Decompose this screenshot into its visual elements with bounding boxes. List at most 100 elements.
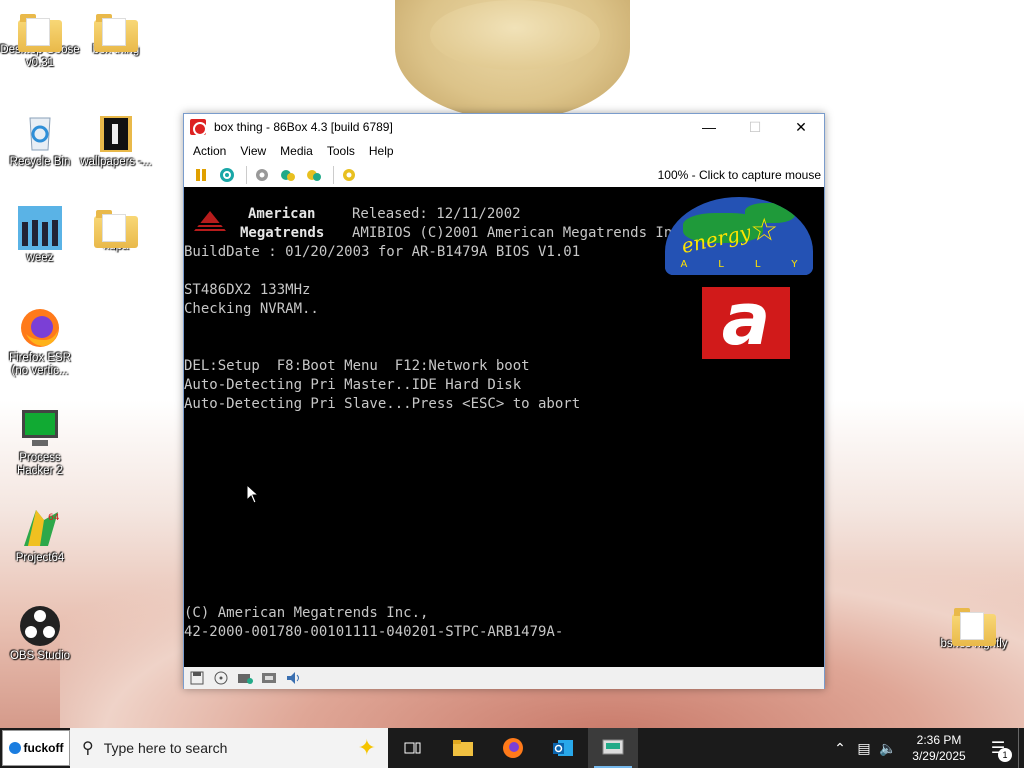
status-bar: [184, 667, 824, 689]
minimize-button[interactable]: —: [686, 114, 732, 140]
notification-count: 1: [998, 748, 1012, 762]
star-icon: ☆: [751, 201, 778, 252]
86box-icon: [190, 119, 207, 136]
bios-nvram-check: Checking NVRAM..: [184, 301, 319, 317]
taskbar-86box[interactable]: [588, 728, 638, 768]
network-icon[interactable]: ▤: [852, 740, 876, 757]
ally-letter: Y: [791, 259, 798, 270]
folder-icon: [94, 210, 138, 248]
taskbar: fuckoff ⚲ Type here to search ✦ ⌃ ▤ 🔈 2:…: [0, 728, 1024, 768]
desktop-icon-wallpapers[interactable]: wallpapers -...: [76, 110, 156, 169]
folder-icon: [18, 14, 62, 52]
ctrl-alt-del-button[interactable]: [251, 165, 273, 185]
sound-icon[interactable]: [284, 670, 302, 686]
folder-icon: [94, 110, 138, 154]
hard-disk-icon[interactable]: [236, 670, 254, 686]
search-icon: ⚲: [82, 740, 94, 757]
wallpaper-shape-top-highlight: [430, 0, 600, 70]
energy-ally-text: A L L Y: [665, 259, 813, 275]
desktop-icon-weez[interactable]: weez: [0, 206, 80, 265]
file-explorer-icon: [453, 740, 473, 756]
settings-icon: [343, 168, 355, 181]
start-button[interactable]: fuckoff: [2, 730, 70, 766]
firefox-icon: [503, 738, 523, 758]
settings-icon: [307, 169, 321, 181]
desktop-icon-project64[interactable]: 64 Project64: [0, 506, 80, 565]
outlook-icon: [553, 740, 573, 756]
desktop-icon-label: Firefox ESR (no vertic...: [9, 352, 71, 377]
emulator-screen[interactable]: American Megatrends Released: 12/11/2002…: [184, 187, 824, 667]
bios-pri-master: Auto-Detecting Pri Master..IDE Hard Disk: [184, 377, 522, 393]
settings-button[interactable]: [338, 165, 360, 185]
desktop-icon-label: Project64: [15, 552, 65, 564]
capture-mouse-hint: 100% - Click to capture mouse: [657, 167, 821, 182]
bios-key-hints: DEL:Setup F8:Boot Menu F12:Network boot: [184, 358, 530, 374]
energy-star-logo: ☆ energy A L L Y: [665, 197, 813, 275]
desktop-icon-label: wallpapers -...: [80, 156, 152, 168]
gear-icon: [256, 168, 268, 181]
desktop-icon-bsnes-nightly[interactable]: bsnes nightly: [934, 604, 1014, 651]
emulator-window[interactable]: box thing - 86Box 4.3 [build 6789] — ☐ ✕…: [183, 113, 825, 689]
bios-build-date: BuildDate : 01/20/2003 for AR-B1479A BIO…: [184, 244, 581, 260]
notification-center-button[interactable]: ☰ 1: [978, 728, 1018, 768]
desktop-icon-process-hacker[interactable]: Process Hacker 2: [0, 406, 80, 478]
show-desktop-button[interactable]: [1018, 728, 1024, 768]
clock[interactable]: 2:36 PM 3/29/2025: [900, 732, 978, 764]
bios-footer-id-string: 42-2000-001780-00101111-040201-STPC-ARB1…: [184, 624, 564, 640]
taskbar-firefox[interactable]: [488, 728, 538, 768]
chevron-up-icon[interactable]: ⌃: [828, 740, 852, 757]
desktop-icon-obs-studio[interactable]: OBS Studio: [0, 604, 80, 663]
recycle-bin-icon: [18, 110, 62, 154]
ally-letter: L: [754, 259, 761, 270]
close-button[interactable]: ✕: [778, 114, 824, 140]
globe-icon: [8, 742, 21, 754]
menu-tools[interactable]: Tools: [320, 144, 362, 158]
cdrom-drive-icon[interactable]: [212, 670, 230, 686]
menu-help[interactable]: Help: [362, 144, 401, 158]
ctrl-alt-esc-button[interactable]: [277, 165, 299, 185]
system-tray: ⌃ ▤ 🔈 2:36 PM 3/29/2025 ☰ 1: [828, 728, 1024, 768]
vendor-a-logo: a: [702, 283, 790, 359]
image-file-icon: [18, 206, 62, 250]
network-icon[interactable]: [260, 670, 278, 686]
desktop-icon-box-thing[interactable]: box thing: [76, 10, 156, 57]
process-hacker-icon: [18, 406, 62, 450]
menu-media[interactable]: Media: [273, 144, 320, 158]
reset-button[interactable]: [216, 165, 238, 185]
task-view-button[interactable]: [388, 728, 438, 768]
menu-view[interactable]: View: [233, 144, 273, 158]
project64-icon: 64: [18, 506, 62, 550]
taskbar-file-explorer[interactable]: [438, 728, 488, 768]
search-placeholder: Type here to search: [103, 740, 228, 756]
obs-icon: [18, 604, 62, 648]
86box-icon: [602, 739, 624, 755]
bios-copyright-header: AMIBIOS (C)2001 American Megatrends Inc: [352, 225, 681, 241]
toolbar: 100% - Click to capture mouse: [184, 162, 824, 188]
window-title: box thing - 86Box 4.3 [build 6789]: [214, 120, 393, 134]
sparkle-icon: ✦: [357, 735, 376, 760]
volume-muted-icon[interactable]: 🔈: [876, 740, 900, 757]
search-box[interactable]: ⚲ Type here to search ✦: [70, 728, 388, 768]
desktop-icon-recycle-bin[interactable]: Recycle Bin: [0, 110, 80, 169]
desktop-icon-label: Recycle Bin: [9, 156, 71, 168]
task-view-icon: [404, 742, 421, 754]
hard-reset-button[interactable]: [303, 165, 325, 185]
floppy-drive-icon[interactable]: [188, 670, 206, 686]
bios-cpu: ST486DX2 133MHz: [184, 282, 311, 298]
taskbar-outlook[interactable]: [538, 728, 588, 768]
desktop-icon-desktop-goose[interactable]: Desktop Goose v0.31: [0, 10, 80, 70]
desktop-icon-kupa[interactable]: kupa: [76, 206, 156, 253]
reset-icon: [220, 167, 234, 182]
bios-pri-slave: Auto-Detecting Pri Slave...Press <ESC> t…: [184, 396, 581, 412]
pause-button[interactable]: [190, 165, 212, 185]
maximize-button[interactable]: ☐: [732, 114, 778, 140]
desktop-icon-firefox-esr[interactable]: Firefox ESR (no vertic...: [0, 306, 80, 378]
bios-vendor-line1: American: [248, 206, 316, 222]
menu-bar: Action View Media Tools Help: [184, 140, 824, 162]
ami-logo-icon: [194, 211, 226, 231]
window-titlebar[interactable]: box thing - 86Box 4.3 [build 6789] — ☐ ✕: [184, 114, 824, 140]
pause-icon: [196, 168, 206, 181]
desktop-icon-label: weez: [26, 252, 54, 264]
menu-action[interactable]: Action: [186, 144, 233, 158]
folder-icon: [94, 14, 138, 52]
